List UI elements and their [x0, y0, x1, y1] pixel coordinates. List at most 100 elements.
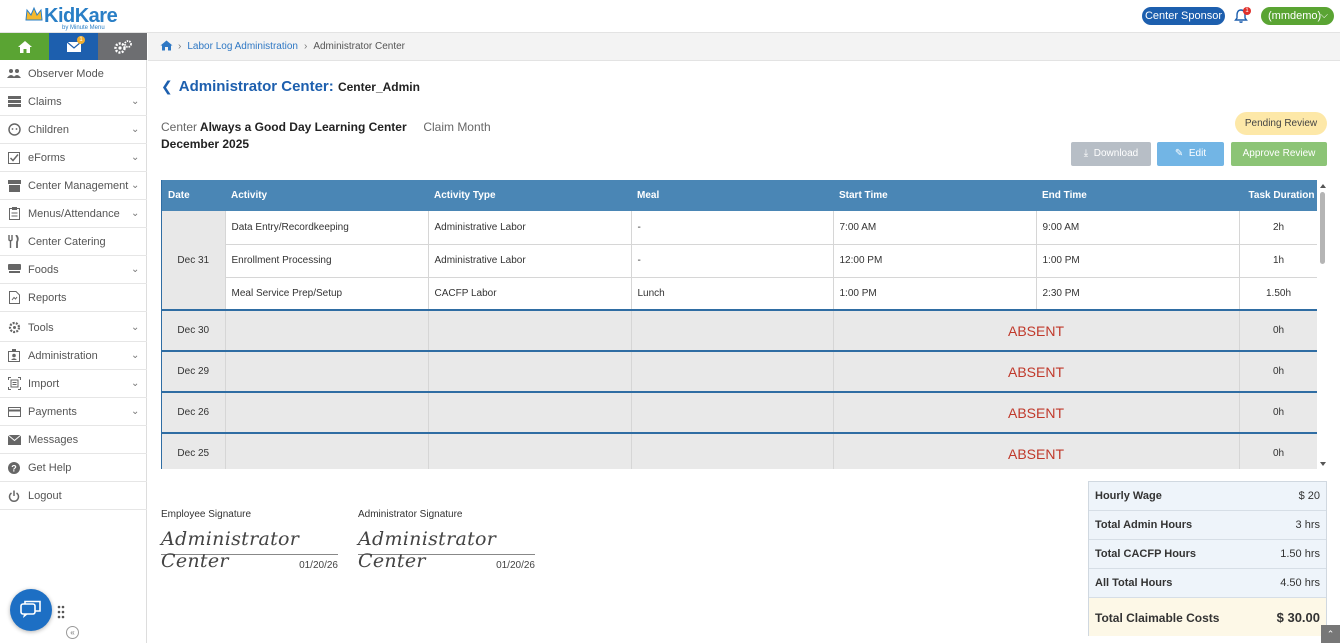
chevron-down-icon: ⌄: [131, 124, 140, 135]
sidebar-item-label: Logout: [28, 489, 62, 502]
sidebar-top-tabs: 1: [0, 33, 147, 60]
sidebar-item-claims[interactable]: Claims ⌄: [0, 88, 147, 116]
sidebar-item-children[interactable]: Children ⌄: [0, 116, 147, 144]
people-icon: [0, 68, 28, 79]
table-row-absent[interactable]: Dec 26 ABSENT 0h: [162, 391, 1317, 434]
sidebar-item-foods[interactable]: Foods ⌄: [0, 256, 147, 284]
sidebar-item-logout[interactable]: Logout: [0, 482, 147, 510]
collapse-sidebar-icon[interactable]: «: [66, 626, 79, 639]
summary-value: 1.50 hrs: [1280, 548, 1320, 560]
back-chevron-icon[interactable]: ❮: [161, 78, 173, 94]
column-header[interactable]: Task Duration: [1239, 180, 1317, 211]
center-value: Always a Good Day Learning Center: [199, 120, 407, 134]
table-header-row: Date Activity Activity Type Meal Start T…: [162, 180, 1317, 211]
sidebar-item-label: Center Management: [28, 179, 129, 192]
column-header[interactable]: Meal: [631, 180, 833, 211]
table-row[interactable]: Enrollment Processing Administrative Lab…: [162, 244, 1317, 278]
duration-cell: 0h: [1239, 391, 1317, 434]
sidebar-item-import[interactable]: Import ⌄: [0, 370, 147, 398]
duration-cell: 0h: [1239, 432, 1317, 469]
table-row-absent[interactable]: Dec 25 ABSENT 0h: [162, 432, 1317, 469]
column-header[interactable]: Start Time: [833, 180, 1036, 211]
user-menu-button[interactable]: (mmdemo) ⌵: [1261, 7, 1334, 25]
column-header[interactable]: Activity: [225, 180, 428, 211]
employee-signature: Administrator Center: [161, 528, 300, 572]
chat-button[interactable]: [10, 589, 52, 631]
summary-value: 3 hrs: [1295, 519, 1320, 531]
sidebar-item-label: Children: [28, 123, 69, 136]
approve-review-button[interactable]: Approve Review: [1231, 142, 1327, 166]
administrator-signature-label: Administrator Signature: [358, 509, 463, 520]
home-icon[interactable]: [160, 40, 173, 51]
drag-handle-icon[interactable]: [57, 605, 65, 619]
empty-cell: [428, 350, 632, 393]
summary-row-admin-hours: Total Admin Hours 3 hrs: [1089, 511, 1326, 540]
date-cell: Dec 29: [162, 350, 226, 393]
breadcrumb-link-labor-log[interactable]: Labor Log Administration: [187, 41, 298, 52]
page-title-text: Administrator Center:: [178, 78, 334, 95]
end-time-cell: 2:30 PM: [1036, 277, 1240, 311]
empty-cell: [225, 350, 429, 393]
cost-summary: Hourly Wage $ 20 Total Admin Hours 3 hrs…: [1088, 481, 1327, 636]
sidebar-item-administration[interactable]: Administration ⌄: [0, 342, 147, 370]
mail-tab[interactable]: 1: [49, 33, 98, 60]
absent-status: ABSENT: [833, 432, 1240, 469]
sidebar-item-get-help[interactable]: ? Get Help: [0, 454, 147, 482]
duration-cell: 1h: [1239, 244, 1317, 278]
activity-cell: Meal Service Prep/Setup: [225, 277, 429, 311]
administrator-signature-block: Administrator Signature Administrator Ce…: [358, 509, 535, 572]
edit-button[interactable]: ✎ Edit: [1157, 142, 1224, 166]
sidebar-item-messages[interactable]: Messages: [0, 426, 147, 454]
column-header[interactable]: End Time: [1036, 180, 1239, 211]
sidebar-item-label: Observer Mode: [28, 67, 104, 80]
sidebar-item-label: Administration: [28, 349, 98, 362]
chevron-down-icon: ⌄: [131, 208, 140, 219]
download-button[interactable]: ⤓ Download: [1071, 142, 1151, 166]
sidebar-item-tools[interactable]: Tools ⌄: [0, 314, 147, 342]
page-title: ❮ Administrator Center: Center_Admin: [161, 78, 420, 95]
scrollbar-thumb[interactable]: [1320, 192, 1325, 264]
table-row[interactable]: Dec 31 Data Entry/Recordkeeping Administ…: [162, 211, 1317, 311]
sidebar-item-eforms[interactable]: eForms ⌄: [0, 144, 147, 172]
summary-label: Total CACFP Hours: [1095, 548, 1197, 560]
sidebar-item-reports[interactable]: Reports: [0, 284, 147, 312]
chevron-down-icon: ⌄: [131, 350, 140, 361]
breadcrumb-current: Administrator Center: [313, 41, 406, 52]
kidkare-logo[interactable]: KidKare by Minute Menu: [24, 3, 118, 31]
sidebar-item-label: Messages: [28, 433, 79, 446]
labor-log-table: Date Activity Activity Type Meal Start T…: [161, 180, 1317, 469]
summary-label: Total Admin Hours: [1095, 519, 1193, 531]
table-row-absent[interactable]: Dec 30 ABSENT 0h: [162, 309, 1317, 352]
date-cell: Dec 25: [162, 432, 226, 469]
scroll-to-top-button[interactable]: ⌃: [1321, 625, 1340, 643]
start-time-cell: 7:00 AM: [833, 211, 1037, 245]
gears-icon: [113, 39, 132, 54]
start-time-cell: 1:00 PM: [833, 277, 1037, 311]
user-menu-label: (mmdemo): [1268, 10, 1322, 22]
column-header[interactable]: Activity Type: [428, 180, 631, 211]
download-icon: ⤓: [1083, 148, 1089, 159]
table-row-absent[interactable]: Dec 29 ABSENT 0h: [162, 350, 1317, 393]
table-row[interactable]: Meal Service Prep/Setup CACFP Labor Lunc…: [162, 277, 1317, 311]
chevron-down-icon: ⌄: [131, 378, 140, 389]
home-tab[interactable]: [0, 33, 49, 60]
claim-month-value: December 2025: [161, 137, 250, 151]
breadcrumb: › Labor Log Administration › Administrat…: [148, 33, 1340, 61]
center-label: Center: [161, 120, 198, 134]
settings-tab[interactable]: [98, 33, 147, 60]
chevron-down-icon: ⌄: [131, 322, 140, 333]
sidebar-item-payments[interactable]: Payments ⌄: [0, 398, 147, 426]
edit-label: Edit: [1188, 148, 1207, 159]
table-scrollbar[interactable]: [1319, 182, 1327, 470]
claims-icon: [0, 96, 28, 107]
chevron-down-icon: ⌄: [131, 152, 140, 163]
sidebar-item-observer-mode[interactable]: Observer Mode: [0, 60, 147, 88]
sidebar-item-label: Tools: [28, 321, 54, 334]
sidebar-item-center-catering[interactable]: Center Catering: [0, 228, 147, 256]
duration-cell: 0h: [1239, 350, 1317, 393]
child-face-icon: [0, 123, 28, 136]
center-sponsor-button[interactable]: Center Sponsor: [1142, 7, 1225, 25]
column-header[interactable]: Date: [162, 180, 225, 211]
sidebar-item-center-management[interactable]: Center Management ⌄: [0, 172, 147, 200]
sidebar-item-menus-attendance[interactable]: Menus/Attendance ⌄: [0, 200, 147, 228]
